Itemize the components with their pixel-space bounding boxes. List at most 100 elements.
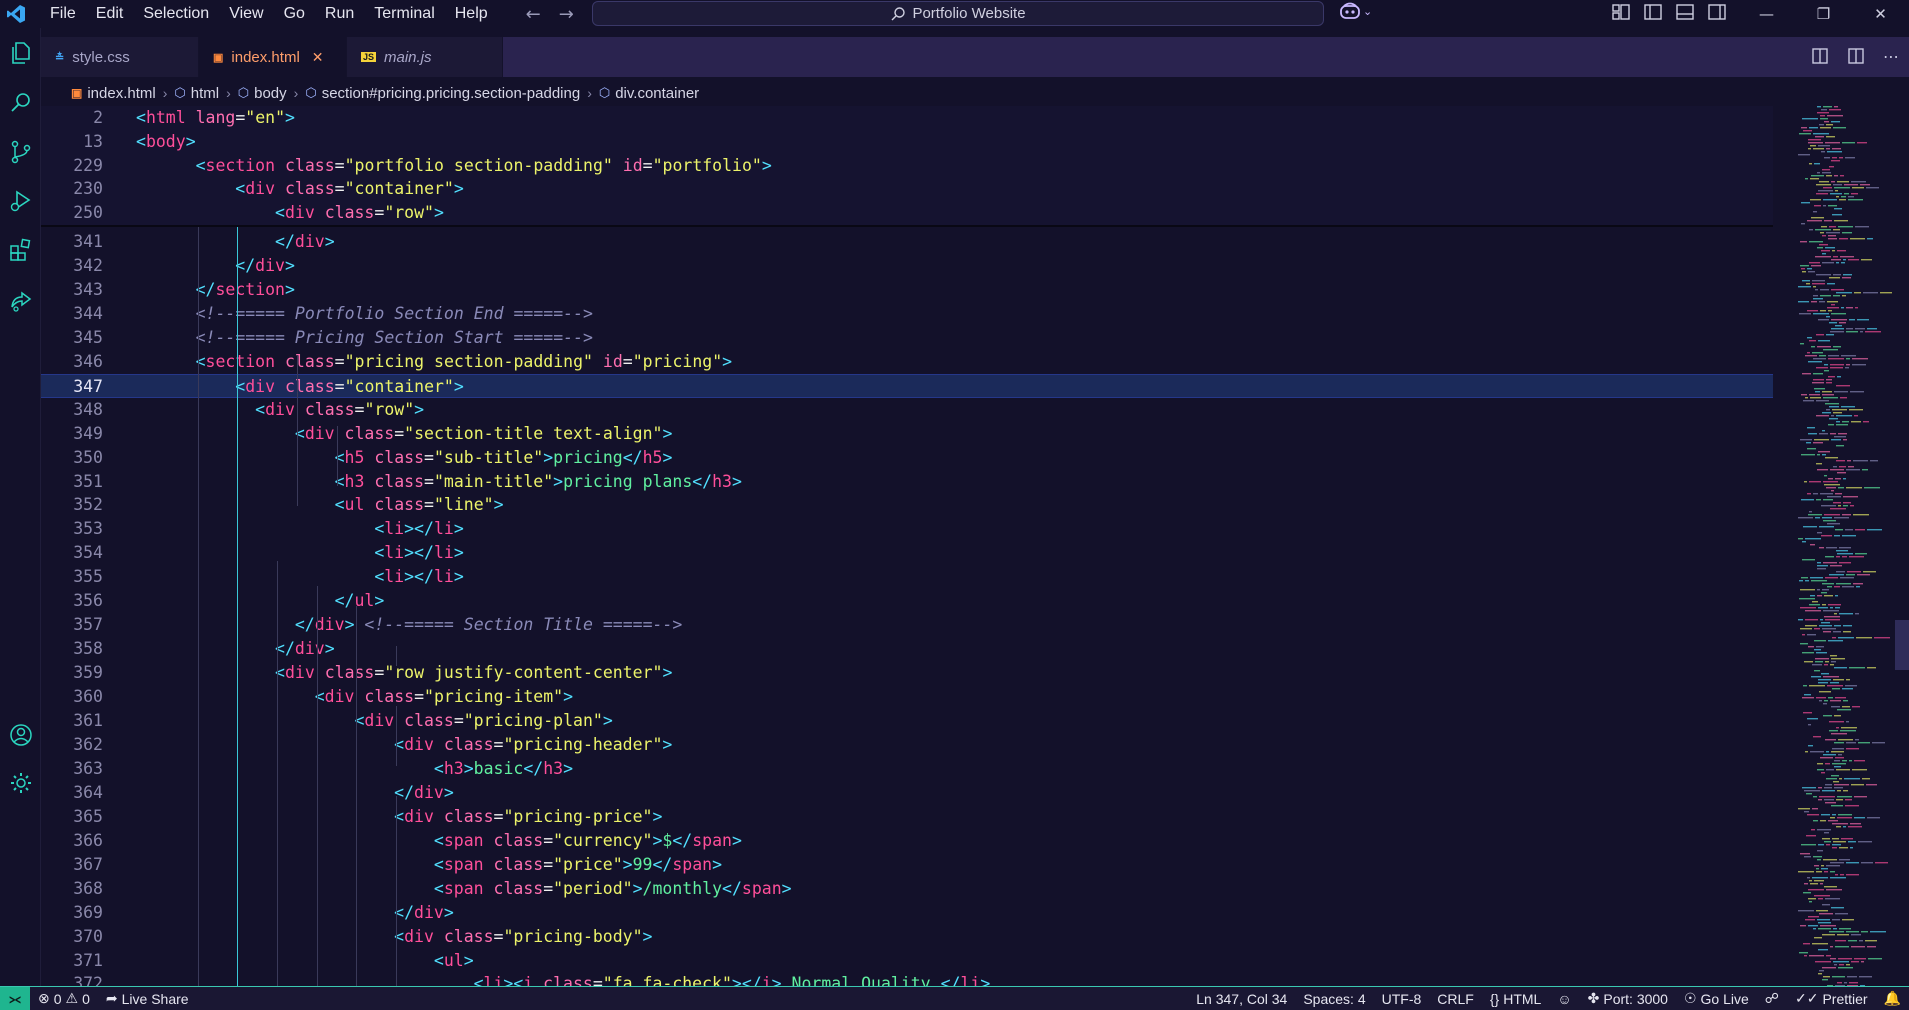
minimap[interactable] [1788,106,1893,986]
more-actions-icon[interactable]: ⋯ [1883,47,1899,69]
breadcrumb-item[interactable]: ⬡ body [238,85,287,102]
breadcrumb-item[interactable]: ⬡ html [174,85,219,102]
code-text: <div class="pricing-item"> [314,687,574,707]
tab-index-html[interactable]: ▣ index.html ✕ [199,37,347,77]
live-share-status[interactable]: ➦ Live Share [98,990,197,1007]
code-line[interactable]: 370 <div class="pricing-body"> [41,925,1773,949]
open-preview-icon[interactable] [1811,47,1829,69]
code-line[interactable]: 347 <div class="container"> [41,373,1773,398]
feedback-icon[interactable]: ☍ [1757,990,1787,1007]
back-arrow-icon[interactable]: ← [526,4,541,25]
sticky-scroll-line[interactable]: 230 <div class="container"> [41,177,1773,201]
explorer-icon[interactable] [4,36,38,70]
toggle-secondary-sidebar-icon[interactable] [1707,2,1727,22]
toggle-panel-icon[interactable] [1675,2,1695,22]
menu-item-view[interactable]: View [219,0,273,28]
run-debug-icon[interactable] [4,184,38,218]
code-line[interactable]: 366 <span class="currency">$</span> [41,829,1773,853]
port-status[interactable]: ✤ Port: 3000 [1580,990,1676,1007]
breadcrumb-item[interactable]: ⬡ div.container [599,85,699,102]
code-line[interactable]: 356 </ul> [41,589,1773,613]
code-line[interactable]: 357 </div> <!--===== Section Title =====-… [41,613,1773,637]
problems-indicator[interactable]: ⊗ 0 ⚠ 0 [30,990,98,1007]
code-line[interactable]: 352 <ul class="line"> [41,493,1773,517]
menu-item-selection[interactable]: Selection [133,0,219,28]
code-line[interactable]: 342 </div> [41,254,1773,278]
menu-item-run[interactable]: Run [315,0,364,28]
gear-icon[interactable] [4,766,38,800]
encoding[interactable]: UTF-8 [1374,991,1430,1007]
split-editor-icon[interactable] [1847,47,1865,69]
breadcrumb-item[interactable]: ⬡ section#pricing.pricing.section-padding [305,85,580,102]
prettier-status[interactable]: ✓✓ Prettier [1787,990,1876,1007]
code-line[interactable]: 364 </div> [41,781,1773,805]
minimize-icon[interactable]: — [1738,0,1795,28]
remote-icon[interactable]: ⪥ [0,987,30,1010]
code-line[interactable]: 345 <!--===== Pricing Section Start =====… [41,326,1773,350]
copilot-status-icon[interactable]: ☺ [1549,991,1579,1007]
menu-item-edit[interactable]: Edit [86,0,134,28]
code-line[interactable]: 363 <h3>basic</h3> [41,757,1773,781]
sticky-scroll-line[interactable]: 229 <section class="portfolio section-pad… [41,154,1773,178]
code-line[interactable]: 365 <div class="pricing-price"> [41,805,1773,829]
toggle-primary-sidebar-icon[interactable] [1643,2,1663,22]
code-line[interactable]: 341 </div> [41,230,1773,254]
menu-item-terminal[interactable]: Terminal [364,0,444,28]
extensions-icon[interactable] [4,233,38,267]
sticky-scroll-line[interactable]: 2 <html lang="en"> [41,106,1773,130]
restore-icon[interactable]: ❐ [1795,0,1852,28]
line-number: 250 [73,203,103,223]
code-editor[interactable]: 341 </div> 342 </div> 343 </section> 344 <!--==… [41,106,1793,986]
code-line[interactable]: 369 </div> [41,901,1773,925]
tab-style-css[interactable]: ≛ style.css [41,37,199,77]
copilot-icon[interactable]: ⌄ [1339,2,1372,20]
close-icon[interactable]: ✕ [1852,0,1909,28]
end-of-line[interactable]: CRLF [1429,991,1482,1007]
code-line[interactable]: 359 <div class="row justify-content-cente… [41,661,1773,685]
breadcrumb-item[interactable]: ▣ index.html [71,85,156,102]
menu-item-go[interactable]: Go [274,0,315,28]
double-check-icon: ✓✓ [1794,990,1819,1006]
code-line[interactable]: 349 <div class="section-title text-align"… [41,422,1773,446]
code-line[interactable]: 355 <li></li> [41,565,1773,589]
code-line[interactable]: 361 <div class="pricing-plan"> [41,709,1773,733]
code-line[interactable]: 368 <span class="period">/monthly</span> [41,877,1773,901]
code-line[interactable]: 360 <div class="pricing-item"> [41,685,1773,709]
sticky-scroll-line[interactable]: 13 <body> [41,130,1773,154]
customize-layout-icon[interactable] [1611,2,1631,22]
code-line[interactable]: 343 </section> [41,278,1773,302]
code-line[interactable]: 354 <li></li> [41,541,1773,565]
code-line[interactable]: 351 <h3 class="main-title">pricing plans<… [41,470,1773,494]
command-center[interactable]: Portfolio Website [592,1,1324,26]
warning-count: 0 [82,990,90,1007]
line-number: 2 [93,108,103,127]
live-share-icon[interactable] [4,283,38,317]
scrollbar-thumb[interactable] [1895,620,1909,670]
sticky-scroll-line[interactable]: 250 <div class="row"> [41,201,1773,225]
forward-arrow-icon[interactable]: → [559,4,574,25]
cursor-position[interactable]: Ln 347, Col 34 [1188,991,1295,1007]
line-number: 371 [73,950,103,970]
menu-item-file[interactable]: File [40,0,86,28]
code-line[interactable]: 346 <section class="pricing section-paddi… [41,350,1773,374]
notifications-icon[interactable]: 🔔 [1876,990,1909,1007]
code-line[interactable]: 358 </div> [41,637,1773,661]
source-control-icon[interactable] [4,135,38,169]
code-line[interactable]: 367 <span class="price">99</span> [41,853,1773,877]
code-line[interactable]: 344 <!--===== Portfolio Section End =====… [41,302,1773,326]
tab-main-js[interactable]: JS main.js [347,37,503,77]
indentation[interactable]: Spaces: 4 [1295,991,1373,1007]
menu-item-help[interactable]: Help [445,0,498,28]
language-mode[interactable]: {} HTML [1482,991,1549,1007]
code-text: <div class="container"> [235,376,464,396]
go-live-button[interactable]: ☉ Go Live [1676,990,1757,1007]
code-line[interactable]: 348 <div class="row"> [41,398,1773,422]
code-line[interactable]: 353 <li></li> [41,517,1773,541]
code-line[interactable]: 371 <ul> [41,949,1773,973]
accounts-icon[interactable] [4,718,38,752]
code-line[interactable]: 372 <li><i class="fa fa-check"></i> Norma… [41,972,1773,986]
code-line[interactable]: 350 <h5 class="sub-title">pricing</h5> [41,446,1773,470]
search-icon[interactable] [4,86,38,120]
code-line[interactable]: 362 <div class="pricing-header"> [41,733,1773,757]
close-icon[interactable]: ✕ [312,49,324,66]
